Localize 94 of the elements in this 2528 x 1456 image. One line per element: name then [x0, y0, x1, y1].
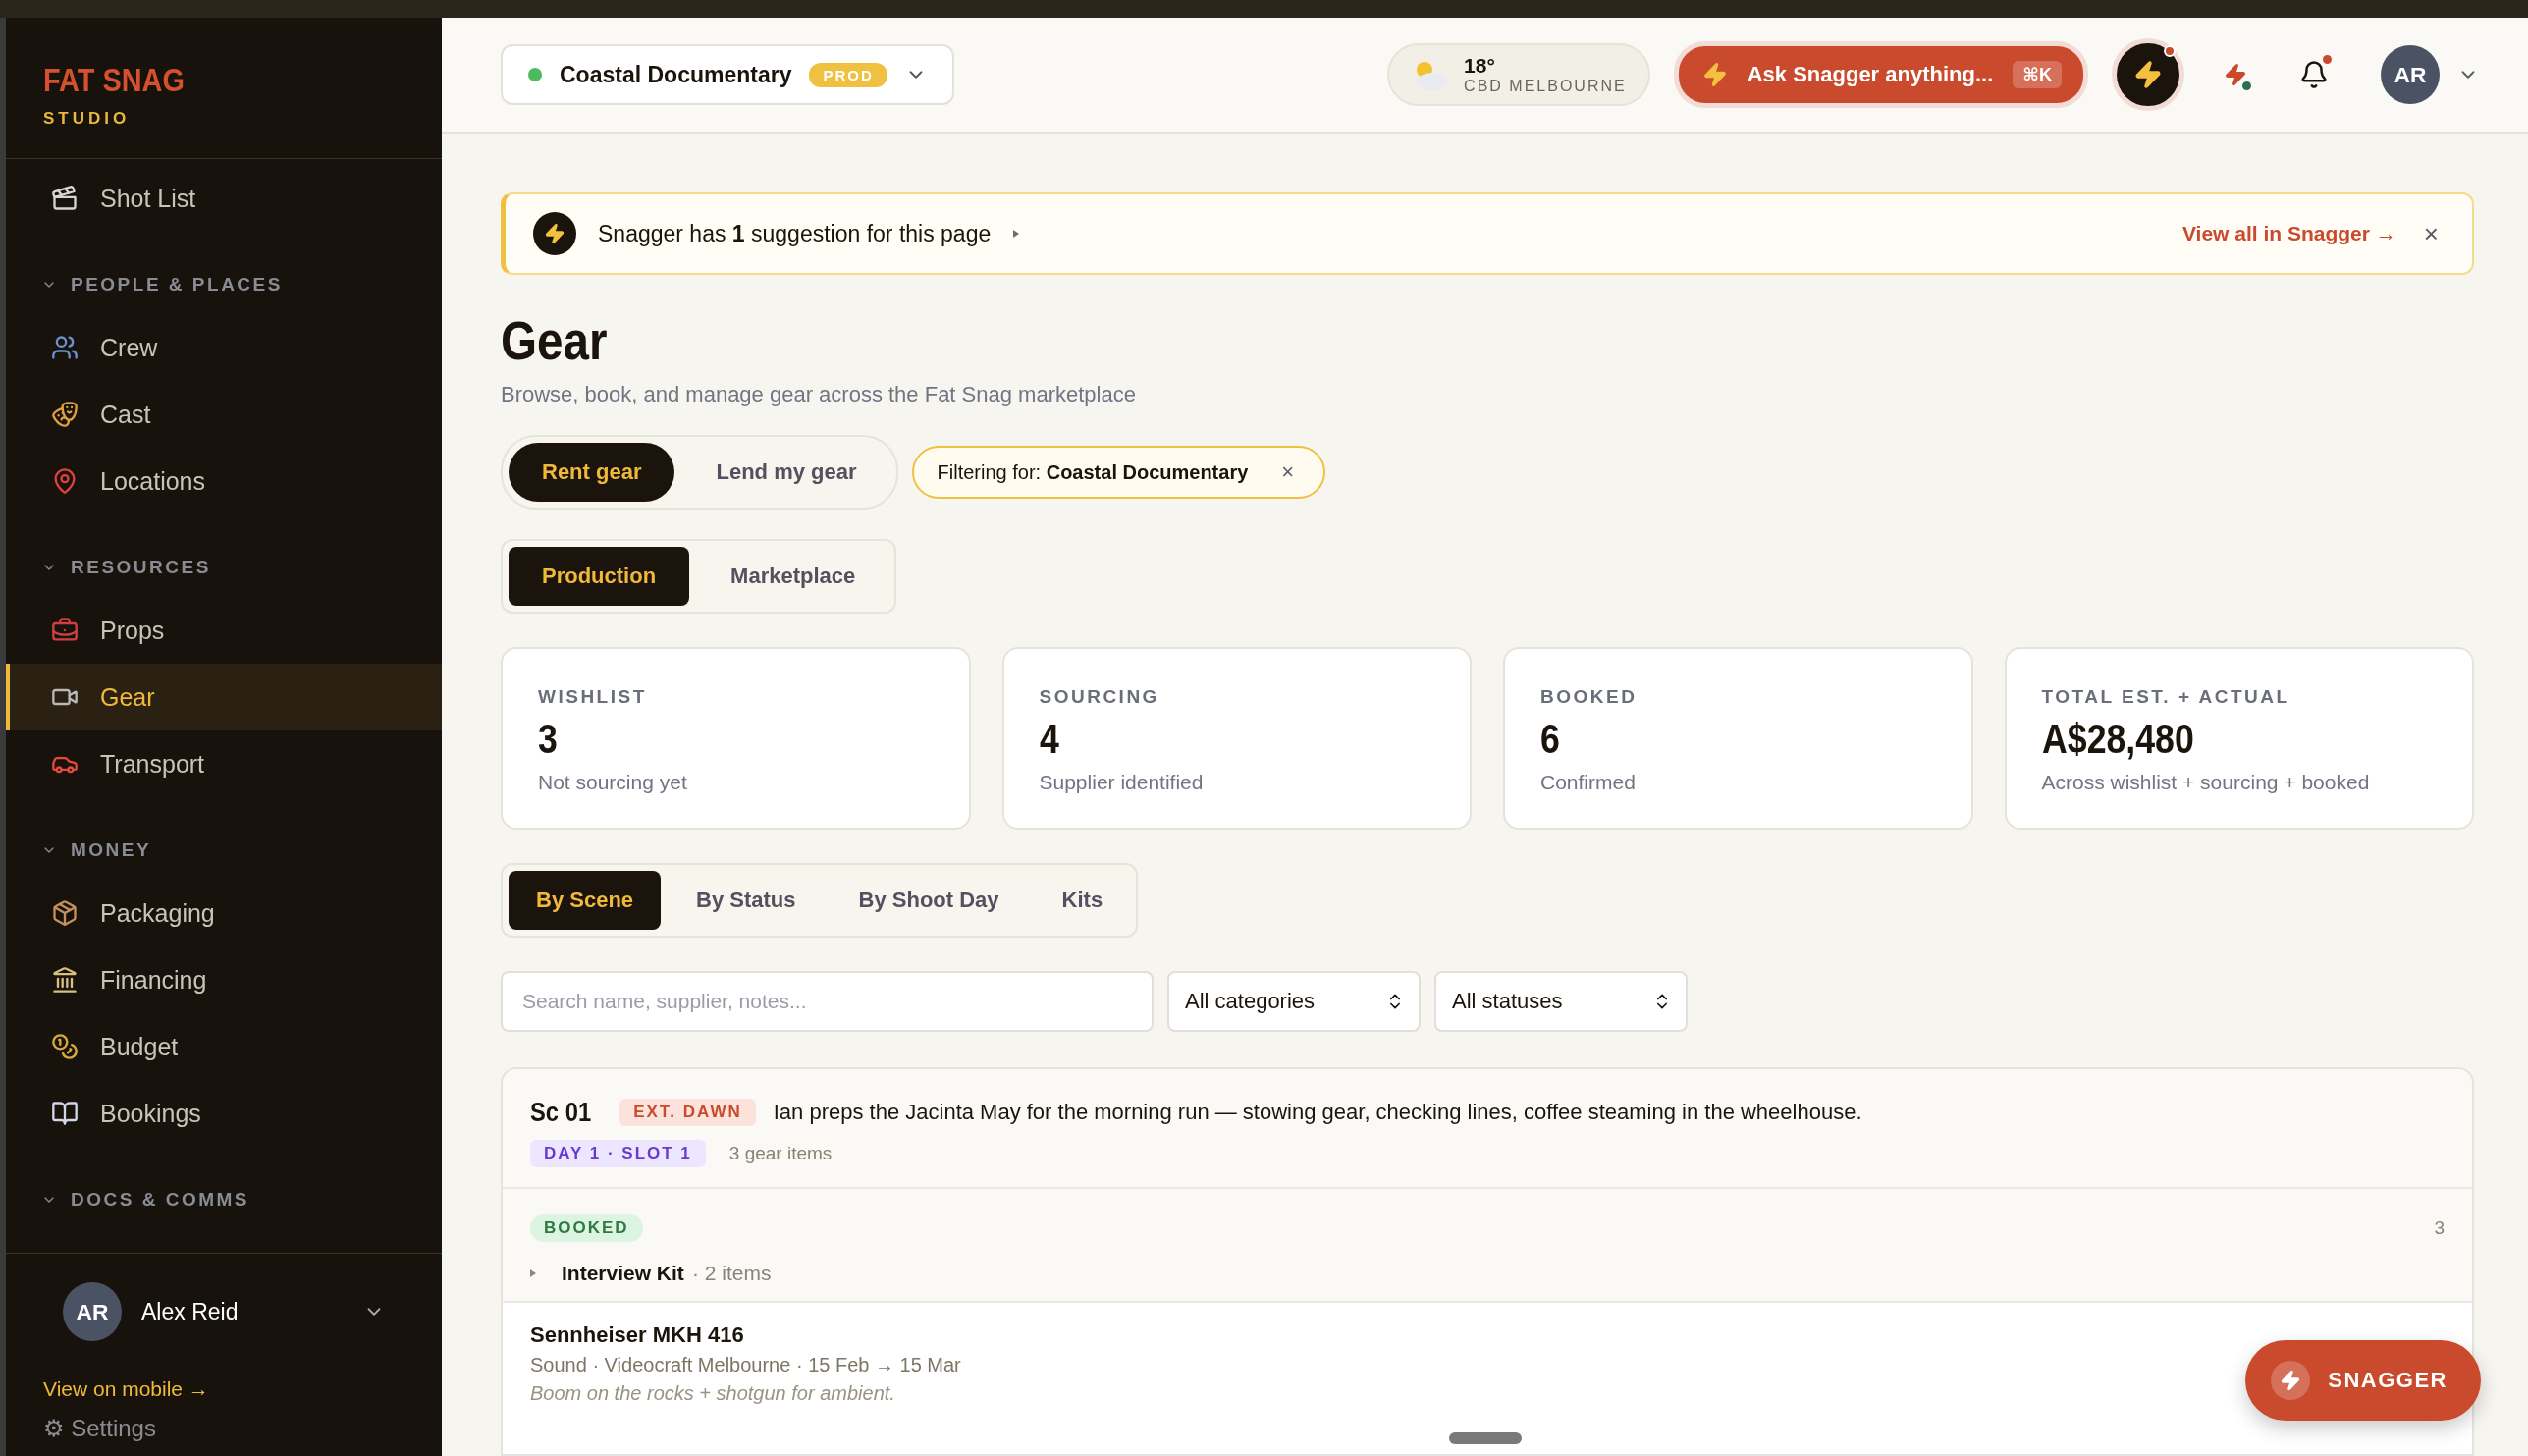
nav-section-header[interactable]: DOCS & COMMS	[6, 1178, 442, 1221]
nav-item[interactable]: Financing	[6, 946, 442, 1013]
stat-label: SOURCING	[1039, 686, 1159, 708]
group-count: 3	[2434, 1217, 2445, 1239]
snagger-fab[interactable]: SNAGGER	[2245, 1340, 2481, 1421]
mode-tab[interactable]: Rent gear	[509, 443, 675, 502]
clapperboard-icon	[51, 185, 79, 212]
lightning-icon	[2224, 63, 2247, 86]
settings-link[interactable]: ⚙ Settings	[43, 1415, 404, 1442]
source-tab[interactable]: Marketplace	[697, 547, 889, 606]
unread-dot	[2323, 55, 2332, 64]
prod-badge: PROD	[809, 62, 887, 87]
view-all-link[interactable]: View all in Snagger →	[2181, 222, 2396, 245]
nav-item[interactable]: Gear	[6, 664, 442, 730]
nav-item[interactable]: Locations	[6, 448, 442, 514]
nav-item[interactable]: Packaging	[6, 880, 442, 946]
gear-count: 3 gear items	[728, 1143, 833, 1164]
search-field[interactable]: Search name, supplier, notes...	[501, 971, 1154, 1032]
view-tab[interactable]: By Scene	[509, 871, 662, 930]
stat-value: 3	[538, 716, 558, 763]
status-badge: BOOKED	[530, 1214, 643, 1242]
select-dropdown[interactable]: All statuses	[1434, 971, 1688, 1032]
alert-dot	[2164, 45, 2176, 57]
lightning-icon	[533, 212, 576, 255]
package-icon	[51, 899, 79, 927]
user-avatar: AR	[2381, 45, 2440, 104]
nav-item[interactable]: Budget	[6, 1013, 442, 1080]
nav-item[interactable]: Crew	[6, 314, 442, 381]
brand-tagline: STUDIO	[43, 109, 131, 129]
kit-row[interactable]: Interview Kit · 2 items	[503, 1242, 2472, 1301]
page-title: Gear	[501, 308, 608, 372]
user-avatar: AR	[63, 1282, 122, 1341]
user-menu[interactable]: AR Alex Reid	[43, 1277, 404, 1346]
caret-icon[interactable]	[1012, 229, 1021, 239]
kit-count: · 2 items	[691, 1262, 772, 1285]
lightning-icon	[2280, 1370, 2302, 1391]
close-button[interactable]: ×	[1275, 459, 1301, 485]
nav-section-header[interactable]: MONEY	[6, 829, 442, 872]
temperature: 18°	[1464, 54, 1496, 78]
ask-snagger-button[interactable]: Ask Snagger anything... ⌘K	[1673, 41, 2088, 108]
banner-text: Snagger has 1 suggestion for this page	[598, 220, 992, 247]
toolbox-icon	[51, 617, 79, 644]
nav-item[interactable]: Shot List	[6, 165, 442, 232]
book-icon	[51, 1100, 79, 1127]
page-subtitle: Browse, book, and manage gear across the Fat Snag marketplace	[501, 382, 1137, 407]
nav-section-header[interactable]: PEOPLE & PLACES	[6, 263, 442, 306]
stat-label: TOTAL EST. + ACTUAL	[2041, 686, 2290, 708]
view-tab[interactable]: Kits	[1034, 871, 1131, 930]
slot-tag: DAY 1 · SLOT 1	[530, 1140, 706, 1167]
nav-item[interactable]: Props	[6, 597, 442, 664]
mobile-link[interactable]: View on mobile →	[43, 1377, 404, 1401]
view-tab[interactable]: By Shoot Day	[831, 871, 1027, 930]
status-dot	[528, 68, 542, 81]
stat-value: 6	[1540, 716, 1560, 763]
nav-item[interactable]: Transport	[6, 730, 442, 797]
stat-note: Supplier identified	[1039, 771, 1204, 794]
nav-item[interactable]: Bookings	[6, 1080, 442, 1147]
stat-label: BOOKED	[1540, 686, 1638, 708]
scene-tag: EXT. DAWN	[619, 1099, 756, 1126]
lightning-icon	[1701, 62, 1728, 87]
shortcut-badge: ⌘K	[2013, 61, 2062, 88]
theater-masks-icon	[51, 401, 79, 428]
kit-name: Interview Kit	[562, 1262, 684, 1285]
bell-icon	[2299, 60, 2329, 89]
equipment-name: Sennheiser MKH 416	[530, 1322, 744, 1348]
stat-note: Confirmed	[1540, 771, 1636, 794]
caret-icon	[530, 1269, 536, 1277]
nav-item[interactable]: Cast	[6, 381, 442, 448]
close-button[interactable]: ×	[2417, 218, 2445, 249]
project-selector[interactable]: Coastal Documentary PROD	[501, 44, 954, 105]
status-dot	[2242, 81, 2251, 90]
source-tab[interactable]: Production	[509, 547, 690, 606]
brand-logo: FAT SNAG	[43, 61, 185, 99]
item-meta: Sound · Videocraft Melbourne · 15 Feb → 15 Mar	[530, 1354, 961, 1376]
scene-number: Sc 01	[530, 1097, 592, 1128]
stat-note: Across wishlist + sourcing + booked	[2041, 771, 2370, 794]
nav-section-header[interactable]: RESOURCES	[6, 546, 442, 589]
coins-icon	[51, 1033, 79, 1060]
bank-icon	[51, 966, 79, 994]
scene-description: Ian preps the Jacinta May for the morning run — stowing gear, checking lines, coffee steaming in the wheelhouse.	[773, 1100, 1862, 1125]
item-note: Boom on the rocks + shotgun for ambient.	[530, 1382, 895, 1405]
stat-value: 4	[1039, 716, 1059, 763]
view-tab[interactable]: By Status	[669, 871, 824, 930]
select-dropdown[interactable]: All categories	[1167, 971, 1421, 1032]
account-menu[interactable]: AR	[2381, 45, 2479, 104]
stat-value: A$28,480	[2041, 716, 2194, 763]
scroll-handle[interactable]	[1448, 1432, 1522, 1444]
stat-label: WISHLIST	[538, 686, 647, 708]
stat-note: Not sourcing yet	[538, 771, 687, 794]
weather-location: CBD MELBOURNE	[1464, 78, 1627, 95]
mode-tab[interactable]: Lend my gear	[682, 443, 890, 502]
filter-label: Filtering for: Coastal Documentary	[937, 460, 1249, 484]
lightning-icon	[2133, 60, 2163, 89]
people-icon	[51, 334, 79, 361]
